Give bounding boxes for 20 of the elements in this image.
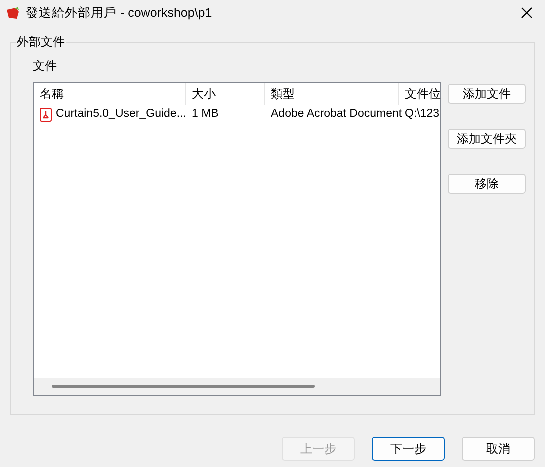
side-button[interactable]: 移除 <box>448 174 526 194</box>
list-label: 文件 <box>33 58 57 74</box>
table-cell-text: Adobe Acrobat Document <box>271 107 402 122</box>
table-cell-text: Q:\123 <box>405 107 440 122</box>
column-header[interactable]: 文件位 <box>399 83 439 105</box>
side-button[interactable]: 添加文件夾 <box>448 129 526 149</box>
scrollbar-thumb[interactable] <box>52 385 315 388</box>
group-title: 外部文件 <box>16 34 66 50</box>
pdf-file-icon <box>40 108 52 122</box>
column-header[interactable]: 類型 <box>265 83 399 105</box>
close-button[interactable] <box>519 5 535 21</box>
dialog-button[interactable]: 下一步 <box>372 437 445 461</box>
column-header[interactable]: 大小 <box>186 83 265 105</box>
table-cell-text: Curtain5.0_User_Guide... <box>56 107 186 122</box>
side-button[interactable]: 添加文件 <box>448 84 526 104</box>
table-cell-text: 1 MB <box>192 107 219 122</box>
column-header[interactable]: 名稱 <box>34 83 186 105</box>
dialog-button[interactable]: 取消 <box>462 437 535 461</box>
app-logo-icon <box>6 6 20 20</box>
window-title: 發送給外部用戶 - coworkshop\p1 <box>26 4 212 22</box>
